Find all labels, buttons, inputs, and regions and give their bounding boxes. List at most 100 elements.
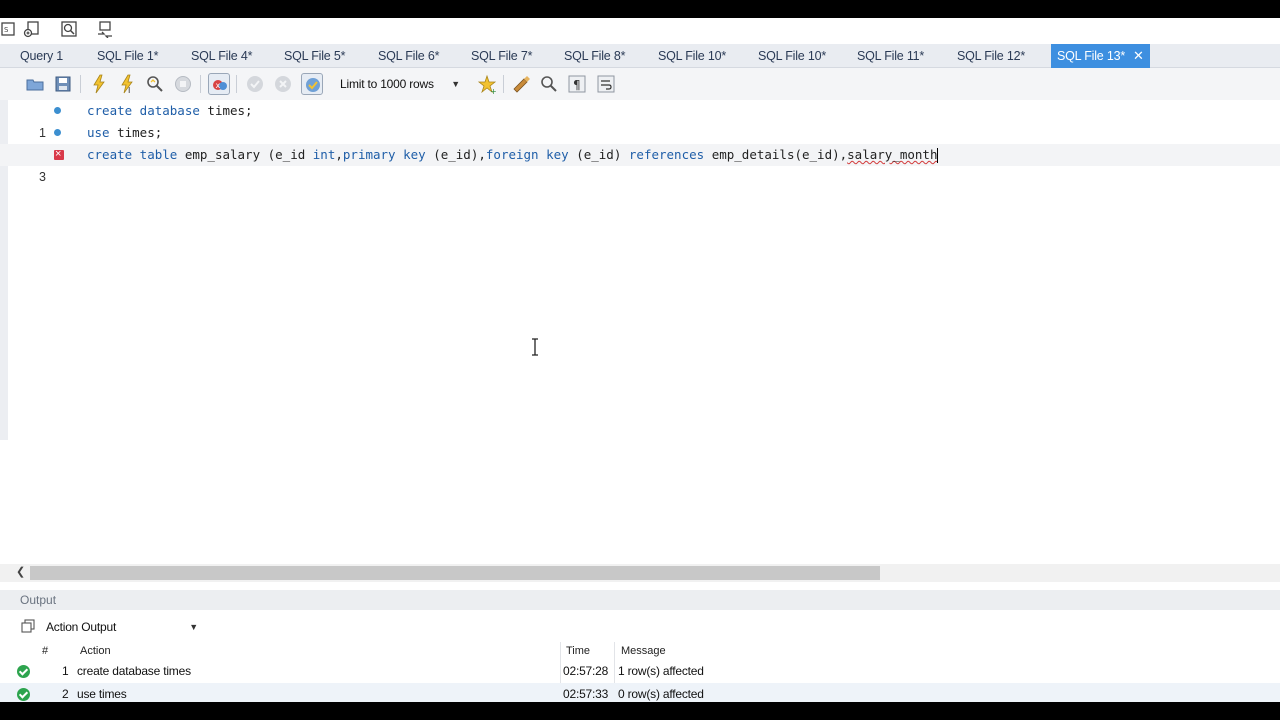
statement-ok-marker-icon [54,129,61,136]
tab-sql-file-1[interactable]: SQL File 1* [97,44,158,68]
tab-label: SQL File 4* [191,49,253,63]
sql-identifier: (e_id) [576,147,629,162]
wrap-icon[interactable] [595,73,617,95]
workbench-window: S Query 1 SQL File 1* SQL File 4* SQL Fi… [0,18,1280,702]
execute-current-icon[interactable]: I [116,73,138,95]
tab-label: SQL File 1* [97,49,159,63]
invisible-chars-icon[interactable]: ¶ [566,73,588,95]
autocommit-icon[interactable] [301,73,323,95]
svg-text:¶: ¶ [573,78,581,92]
tab-query-1[interactable]: Query 1 [20,44,63,68]
code-line-2[interactable]: 2 use times; [0,122,1280,162]
limit-rows-label: Limit to 1000 rows [340,77,434,91]
sql-identifier: emp_salary (e_id [184,147,313,162]
open-folder-icon[interactable] [24,73,46,95]
sql-keyword: use [87,125,118,140]
row-time: 02:57:33 [563,687,609,701]
table-row[interactable]: 2 use times 02:57:33 0 row(s) affected [0,683,1280,702]
limit-rows-select[interactable]: Limit to 1000 rows ▼ [334,74,464,94]
sql-keyword: create table [87,147,185,162]
action-output-table: # Action Time Message 1 create database … [0,642,1280,702]
svg-text:+: + [490,87,497,95]
statement-ok-marker-icon [54,107,61,114]
new-query-icon[interactable] [22,20,40,38]
tab-sql-file-11[interactable]: SQL File 11* [857,44,924,68]
scroll-left-icon[interactable]: ❮ [16,565,25,578]
save-icon[interactable] [52,73,74,95]
column-header-action[interactable]: Action [80,642,111,660]
editor-horizontal-scrollbar[interactable]: ❮ [0,564,1280,582]
output-toolbar: Action Output ▼ [0,614,1280,640]
svg-text:S: S [4,26,9,34]
beautify-icon[interactable] [510,73,532,95]
schema-icon[interactable]: S [0,20,18,38]
output-panel-title: Output [20,593,57,607]
sql-keyword: create database [87,103,208,118]
commit-icon[interactable] [244,73,266,95]
code-line-3[interactable]: 3 create table emp_salary (e_id int,prim… [0,143,1280,184]
code-text[interactable]: use times; [87,122,162,144]
tab-sql-file-7[interactable]: SQL File 7* [471,44,532,68]
tab-label: SQL File 13* [1057,49,1126,63]
copy-icon[interactable] [20,618,36,634]
sql-identifier-error: salary_month [847,147,938,162]
explain-icon[interactable] [144,73,166,95]
success-check-icon [17,688,30,701]
sql-tab-bar: Query 1 SQL File 1* SQL File 4* SQL File… [0,44,1280,68]
sql-keyword: primary key [342,147,434,162]
tab-sql-file-10[interactable]: SQL File 10* [658,44,726,68]
row-time: 02:57:28 [563,664,609,678]
execute-icon[interactable] [88,73,110,95]
sql-keyword: foreign key [485,147,577,162]
tab-sql-file-4[interactable]: SQL File 4* [191,44,252,68]
row-message: 0 row(s) affected [618,687,704,701]
find-icon[interactable] [538,73,560,95]
output-type-select[interactable]: Action Output ▼ [42,617,202,637]
row-message: 1 row(s) affected [618,664,704,678]
tab-sql-file-13[interactable]: SQL File 13* ✕ [1051,44,1150,68]
line-number: 3 [39,170,46,184]
tab-label: SQL File 8* [564,49,626,63]
tab-sql-file-6[interactable]: SQL File 6* [378,44,439,68]
column-header-number[interactable]: # [42,642,48,660]
svg-text:x: x [216,81,221,90]
inspector-icon[interactable] [60,20,78,38]
top-icon-strip: S [0,18,1280,44]
chevron-down-icon: ▼ [451,79,460,89]
editor-toolbar: I x Limit to 1000 rows ▼ + ¶ [0,68,1280,100]
tab-label: SQL File 11* [857,49,925,63]
table-row[interactable]: 1 create database times 02:57:28 1 row(s… [0,660,1280,683]
output-panel-header: Output [0,590,1280,610]
bookmark-icon[interactable]: + [476,73,498,96]
tab-sql-file-5[interactable]: SQL File 5* [284,44,345,68]
reconnect-icon[interactable] [96,20,114,39]
rollback-icon[interactable] [272,73,294,95]
code-text[interactable]: create table emp_salary (e_id int,primar… [87,144,939,166]
text-caret [937,148,939,163]
stop-icon[interactable] [172,73,194,95]
sql-identifier: times; [117,125,163,140]
tab-sql-file-12[interactable]: SQL File 12* [957,44,1025,68]
tab-sql-file-8[interactable]: SQL File 8* [564,44,625,68]
ibeam-cursor-icon [530,338,540,356]
tab-label: SQL File 12* [957,49,1026,63]
close-tab-icon[interactable]: ✕ [1133,44,1144,68]
column-header-message[interactable]: Message [621,642,666,660]
code-line-1[interactable]: 1 create database times; [0,100,1280,140]
sql-identifier: (e_id), [433,147,486,162]
syntax-error-marker-icon[interactable] [54,143,64,165]
tab-sql-file-10-b[interactable]: SQL File 10* [758,44,826,68]
tab-label: SQL File 5* [284,49,346,63]
column-header-time[interactable]: Time [566,642,590,660]
tab-label: SQL File 10* [658,49,727,63]
tab-label: SQL File 6* [378,49,440,63]
tab-label: Query 1 [20,49,64,63]
toggle-error-icon[interactable]: x [208,73,230,95]
tab-label: SQL File 10* [758,49,827,63]
code-text[interactable]: create database times; [87,100,253,122]
row-number: 2 [62,687,69,701]
sql-keyword: int [312,147,336,162]
toolbar-separator [236,75,237,93]
sql-editor[interactable]: 1 create database times; 2 use times; 3 … [0,100,1280,564]
scrollbar-thumb[interactable] [30,566,880,580]
